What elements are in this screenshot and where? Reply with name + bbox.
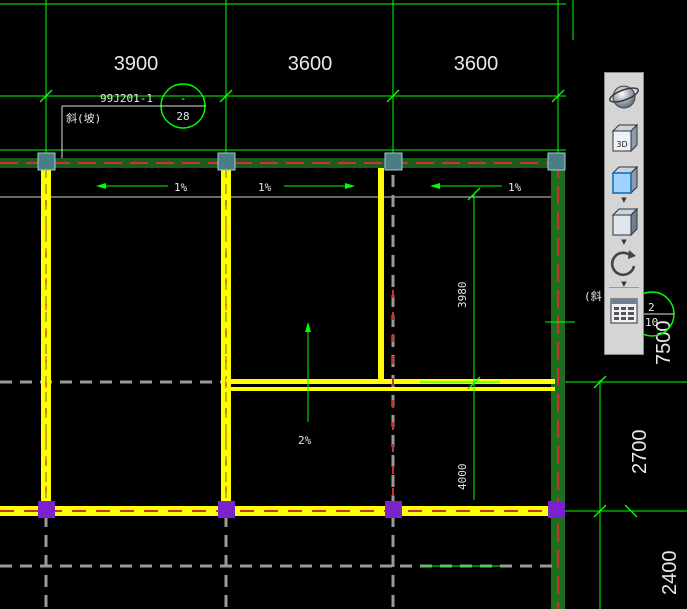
- column-top: [547, 152, 566, 171]
- dimension-label-interior: 3980: [456, 282, 469, 309]
- drawing-canvas[interactable]: 3900 3600 3600 - 28 99J201-1 斜(坡) 1% 1% …: [0, 0, 687, 609]
- rotate-button[interactable]: ▼: [607, 247, 641, 288]
- orbit-sphere-icon: [607, 79, 641, 113]
- slope-label: 1%: [258, 181, 272, 194]
- chevron-down-icon[interactable]: ▼: [621, 281, 626, 288]
- view-toolbar: 3D ▼ ▼ ▼: [604, 72, 644, 355]
- dimension-label: 3600: [288, 53, 333, 75]
- right-callout-bracket: (斜: [584, 290, 602, 303]
- 3d-view-button[interactable]: 3D: [607, 121, 641, 155]
- column-top: [37, 152, 56, 171]
- column-top: [384, 152, 403, 171]
- callout-dash: -: [180, 92, 187, 105]
- 3d-view-label: 3D: [616, 140, 627, 149]
- dimension-label-right: 2700: [629, 430, 651, 475]
- right-callout-top: 2: [648, 301, 655, 314]
- column-top: [217, 152, 236, 171]
- dimension-label: 3600: [454, 53, 499, 75]
- orbit-button[interactable]: [607, 79, 641, 113]
- dimension-label-right: 2400: [659, 551, 681, 596]
- front-view-icon: [607, 163, 641, 197]
- front-view-button[interactable]: ▼: [607, 163, 641, 204]
- column-bottom: [548, 501, 565, 518]
- slope-arrowhead: [96, 183, 106, 189]
- slope-label: 2%: [298, 434, 312, 447]
- callout-label: 斜(坡): [66, 112, 101, 125]
- beam-horizontal: [230, 387, 555, 391]
- chevron-down-icon[interactable]: ▼: [621, 197, 626, 204]
- dimension-label: 3900: [114, 53, 159, 75]
- right-callout-bottom: 10: [645, 316, 658, 329]
- properties-panel-button[interactable]: [607, 294, 641, 328]
- slope-arrowhead: [345, 183, 355, 189]
- 3d-view-icon: 3D: [607, 121, 641, 155]
- column-bottom: [218, 501, 235, 518]
- cad-viewport[interactable]: 3900 3600 3600 - 28 99J201-1 斜(坡) 1% 1% …: [0, 0, 687, 609]
- callout-sheet: 28: [176, 110, 189, 123]
- slope-label: 1%: [174, 181, 188, 194]
- slope-arrowhead: [430, 183, 440, 189]
- slope-label: 1%: [508, 181, 522, 194]
- slope-arrowhead: [305, 322, 311, 332]
- properties-panel-icon: [607, 294, 641, 328]
- iso-view-button[interactable]: ▼: [607, 205, 641, 246]
- dimension-label-interior: 4000: [456, 464, 469, 491]
- beam-vertical: [378, 168, 384, 383]
- beam-horizontal: [226, 379, 555, 384]
- callout-reference: 99J201-1: [100, 92, 153, 105]
- iso-view-icon: [607, 205, 641, 239]
- rotate-icon: [607, 247, 641, 281]
- column-bottom: [385, 501, 402, 518]
- column-bottom: [38, 501, 55, 518]
- chevron-down-icon[interactable]: ▼: [621, 239, 626, 246]
